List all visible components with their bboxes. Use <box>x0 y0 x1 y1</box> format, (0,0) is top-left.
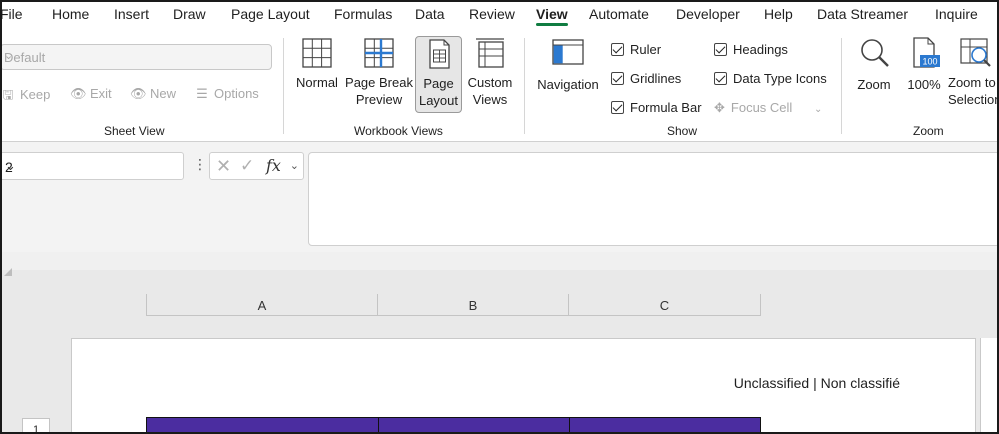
chevron-down-icon[interactable]: ⌄ <box>5 158 175 174</box>
zoom-selection-icon <box>958 36 992 70</box>
tab-automate[interactable]: Automate <box>589 6 649 22</box>
column-header-baseline <box>146 315 761 316</box>
page-break-icon <box>362 36 396 70</box>
focus-cell-button[interactable]: ✥ Focus Cell ⌄ <box>714 100 822 116</box>
headings-checkbox[interactable]: Headings <box>714 42 788 57</box>
tab-data-streamer[interactable]: Data Streamer <box>817 6 908 22</box>
checkmark-icon <box>611 101 624 114</box>
grid-icon <box>300 36 334 70</box>
enter-check-icon[interactable]: ✓ <box>240 156 254 176</box>
keep-button[interactable]: 🖫 Keep <box>2 86 50 108</box>
show-group-label: Show <box>667 124 698 138</box>
sheet-view-dropdown[interactable]: Default ⌄ <box>2 44 272 70</box>
exit-button[interactable]: 👁 Exit <box>70 86 112 102</box>
formula-bar-area: 2 ⌄ ⋮ ✕ ✓ fx ⌄ <box>2 142 997 252</box>
custom-views-icon <box>473 36 507 70</box>
excel-window: File Home Insert Draw Page Layout Formul… <box>0 0 999 434</box>
tab-file[interactable]: File <box>2 6 23 22</box>
zoom-100-button[interactable]: 100 100% <box>904 36 944 93</box>
navigation-pane-icon <box>551 36 585 70</box>
more-options-icon[interactable]: ⋮ <box>193 156 207 173</box>
tab-developer[interactable]: Developer <box>676 6 740 22</box>
custom-views-button[interactable]: Custom Views <box>465 36 515 108</box>
list-icon: ☰ <box>196 86 208 101</box>
zoom-100-icon-text: 100 <box>922 57 937 67</box>
eye-x-icon: 👁 <box>70 86 87 101</box>
sheet-view-group-label: Sheet View <box>104 124 165 138</box>
checkmark-icon <box>611 72 624 85</box>
new-button[interactable]: 👁 New <box>130 86 176 102</box>
gridlines-checkbox[interactable]: Gridlines <box>611 71 681 86</box>
ribbon: Default ⌄ 🖫 Keep 👁 Exit 👁 New ☰ Options Shee… <box>2 30 997 142</box>
ribbon-tabs: File Home Insert Draw Page Layout Formul… <box>2 2 997 30</box>
cancel-icon[interactable]: ✕ <box>216 156 231 177</box>
insert-function-icon[interactable]: fx <box>266 156 281 175</box>
chevron-down-icon: ⌄ <box>813 104 823 115</box>
data-type-icons-checkbox[interactable]: Data Type Icons <box>714 71 827 86</box>
cell-divider <box>378 418 379 432</box>
name-box[interactable]: 2 ⌄ <box>2 152 184 180</box>
crosshair-icon: ✥ <box>714 100 725 115</box>
column-header-c[interactable]: C <box>569 294 761 316</box>
tab-insert[interactable]: Insert <box>114 6 149 22</box>
select-all-corner[interactable] <box>4 268 12 276</box>
magnifier-icon <box>857 36 891 70</box>
page-header-text[interactable]: Unclassified | Non classifié <box>734 375 900 391</box>
zoom-100-icon: 100 <box>907 36 941 70</box>
tab-data[interactable]: Data <box>415 6 445 22</box>
tab-page-layout[interactable]: Page Layout <box>231 6 310 22</box>
chevron-down-icon: ⌄ <box>4 50 14 62</box>
tab-review[interactable]: Review <box>469 6 515 22</box>
save-icon: 🖫 <box>2 87 14 102</box>
worksheet-area: A B C Unclassified | Non classifié 1 <box>2 252 997 432</box>
page-layout-icon <box>422 37 456 71</box>
column-header-a[interactable]: A <box>146 294 378 316</box>
checkmark-icon <box>714 43 727 56</box>
eye-plus-icon: 👁 <box>130 86 147 101</box>
page-break-preview-button[interactable]: Page Break Preview <box>345 36 413 108</box>
formula-controls: ✕ ✓ fx ⌄ <box>209 152 304 180</box>
tab-draw[interactable]: Draw <box>173 6 206 22</box>
cell-divider <box>569 418 570 432</box>
navigation-button[interactable]: Navigation <box>534 36 602 93</box>
options-button[interactable]: ☰ Options <box>194 86 259 102</box>
row-header-1[interactable]: 1 <box>22 418 50 432</box>
page-layout-button[interactable]: Page Layout <box>415 36 462 113</box>
column-header-b[interactable]: B <box>378 294 569 316</box>
normal-view-button[interactable]: Normal <box>292 36 342 91</box>
zoom-button[interactable]: Zoom <box>852 36 896 93</box>
ruler-checkbox[interactable]: Ruler <box>611 42 661 57</box>
tab-home[interactable]: Home <box>52 6 89 22</box>
chevron-down-icon[interactable]: ⌄ <box>290 159 299 172</box>
column-headers: A B C <box>146 294 761 316</box>
next-page-edge <box>980 338 997 432</box>
sheet-top-strip <box>2 252 997 270</box>
group-separator <box>283 38 284 134</box>
zoom-group-label: Zoom <box>913 124 944 138</box>
zoom-to-selection-button[interactable]: Zoom to Selection <box>948 36 997 108</box>
tab-inquire[interactable]: Inquire <box>935 6 978 22</box>
group-separator <box>524 38 525 134</box>
workbook-views-group-label: Workbook Views <box>354 124 443 138</box>
group-separator <box>841 38 842 134</box>
page-layout-page[interactable]: Unclassified | Non classifié <box>71 338 976 432</box>
checkmark-icon <box>611 43 624 56</box>
tab-view[interactable]: View <box>536 6 568 26</box>
table-header-row[interactable] <box>146 417 761 432</box>
formula-bar-checkbox[interactable]: Formula Bar <box>611 100 702 115</box>
formula-input[interactable] <box>308 152 997 246</box>
tab-formulas[interactable]: Formulas <box>334 6 392 22</box>
checkmark-icon <box>714 72 727 85</box>
tab-help[interactable]: Help <box>764 6 793 22</box>
